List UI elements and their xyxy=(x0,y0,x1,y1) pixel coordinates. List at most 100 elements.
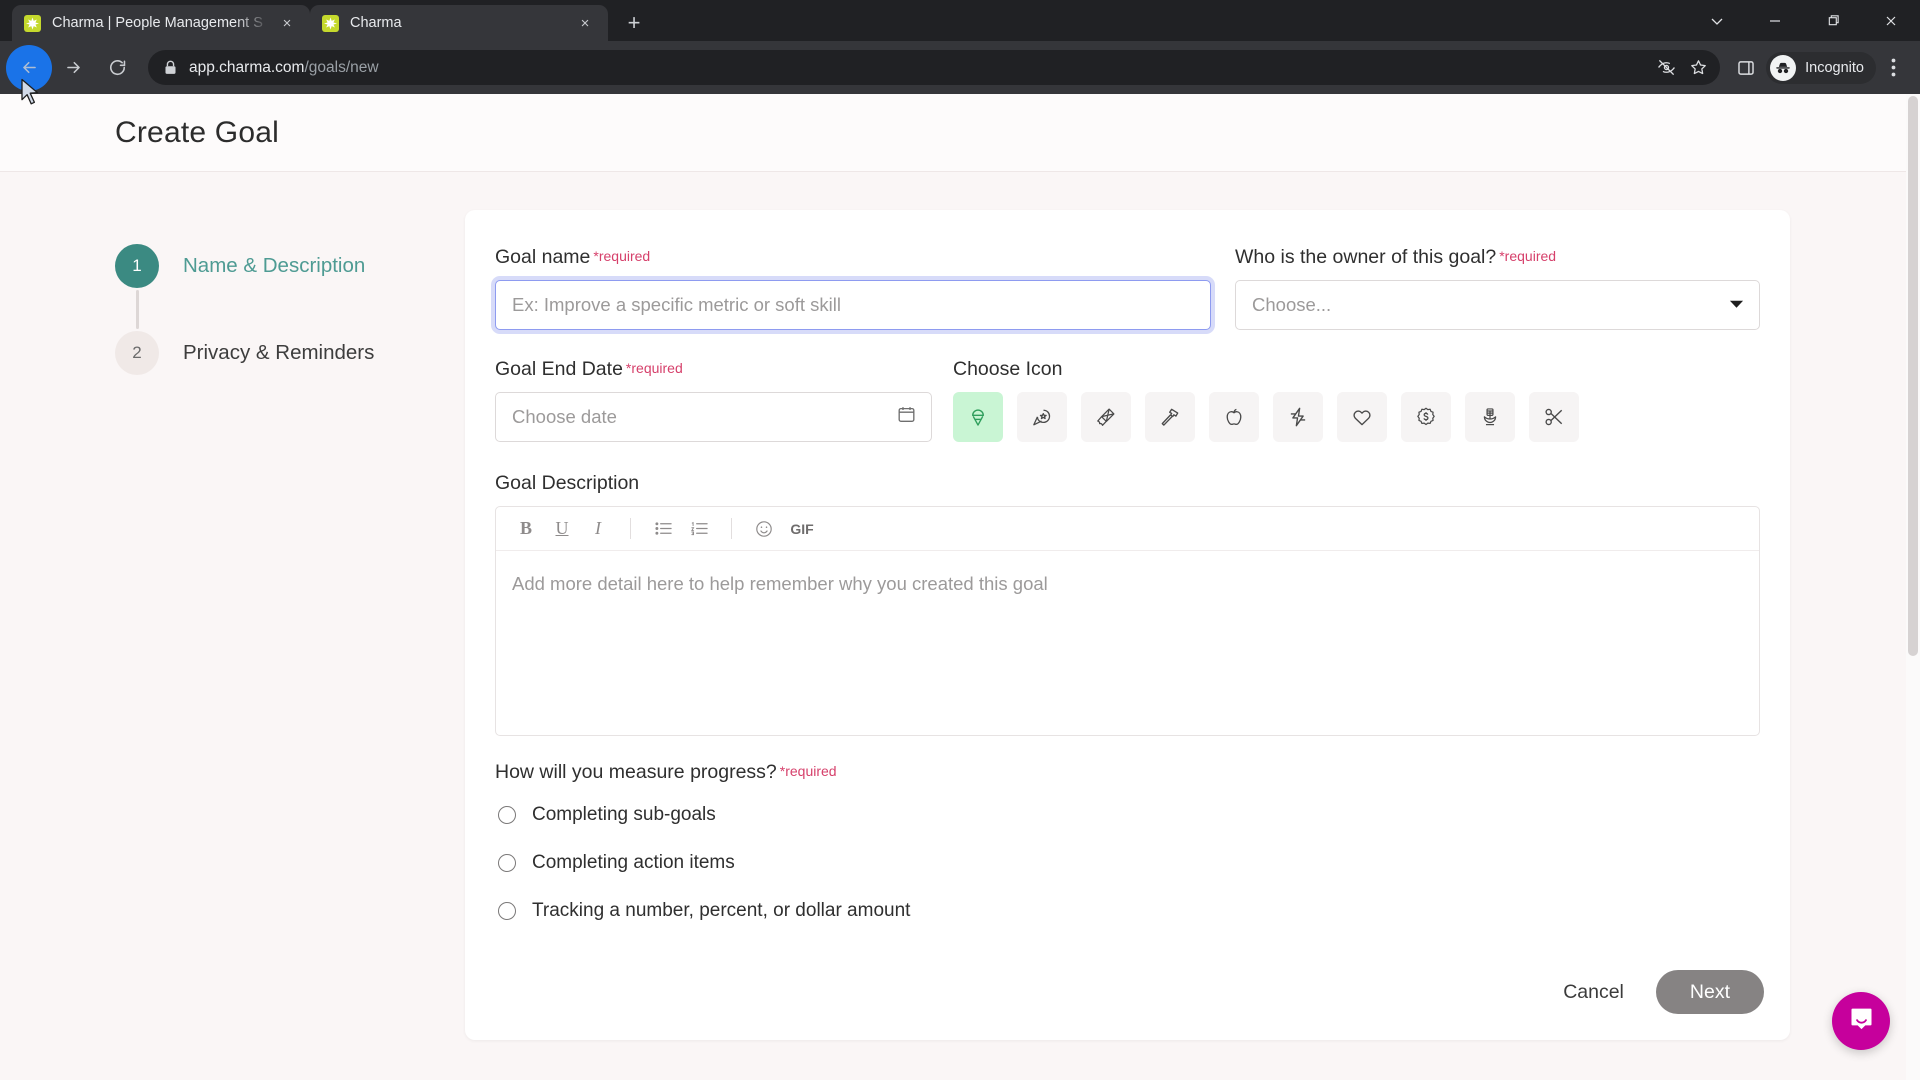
required-marker: *required xyxy=(626,360,683,376)
tab-close-icon[interactable]: × xyxy=(574,12,596,34)
page-body: 1 Name & Description 2 Privacy & Reminde… xyxy=(0,172,1920,1040)
create-goal-card: Goal name*required Who is the owner of t… xyxy=(465,210,1790,1040)
goal-owner-label: Who is the owner of this goal?*required xyxy=(1235,246,1760,269)
comet-icon[interactable] xyxy=(1017,392,1067,442)
cancel-button[interactable]: Cancel xyxy=(1563,981,1624,1004)
gif-button[interactable]: GIF xyxy=(784,514,820,544)
dollar-badge-icon[interactable] xyxy=(1401,392,1451,442)
toolbar-divider xyxy=(630,518,631,539)
charma-star-icon xyxy=(24,15,41,32)
radio-option-tracking-number[interactable]: Tracking a number, percent, or dollar am… xyxy=(495,891,1760,931)
third-party-cookies-blocked-icon[interactable] xyxy=(1652,54,1680,82)
goal-owner-select[interactable]: Choose... xyxy=(1235,280,1760,330)
calendar-icon[interactable] xyxy=(897,405,916,429)
apple-icon[interactable] xyxy=(1209,392,1259,442)
side-panel-icon[interactable] xyxy=(1728,50,1764,86)
goal-name-field-group: Goal name*required xyxy=(495,246,1211,330)
step-number-badge: 2 xyxy=(115,331,159,375)
close-window-button[interactable] xyxy=(1862,0,1920,41)
browser-tab-active[interactable]: Charma × xyxy=(310,5,608,41)
page-scrollbar-thumb[interactable] xyxy=(1908,96,1918,656)
profile-chip[interactable]: Incognito xyxy=(1766,52,1876,84)
browser-tab[interactable]: Charma | People Management S × xyxy=(12,5,310,41)
hammer-icon[interactable] xyxy=(1145,392,1195,442)
radio-option-sub-goals[interactable]: Completing sub-goals xyxy=(495,795,1760,835)
ice-cream-cone-icon[interactable] xyxy=(953,392,1003,442)
url-text: app.charma.com/goals/new xyxy=(189,59,379,77)
kite-icon[interactable] xyxy=(1081,392,1131,442)
new-tab-button[interactable]: + xyxy=(617,6,651,40)
page-scrollbar-track[interactable] xyxy=(1906,94,1920,1080)
stepper-item-name-description[interactable]: 1 Name & Description xyxy=(115,242,465,290)
choose-icon-label: Choose Icon xyxy=(953,358,1760,381)
radio-option-label: Completing action items xyxy=(532,852,735,874)
tab-title: Charma | People Management S xyxy=(52,15,270,31)
lightning-bolt-icon[interactable] xyxy=(1273,392,1323,442)
charma-star-icon xyxy=(322,15,339,32)
page-viewport: Create Goal 1 Name & Description 2 Priva… xyxy=(0,94,1920,1080)
tab-close-icon[interactable]: × xyxy=(276,12,298,34)
goal-name-label-text: Goal name xyxy=(495,246,590,268)
goal-end-date-label-text: Goal End Date xyxy=(495,358,623,380)
incognito-hat-icon xyxy=(1770,55,1796,81)
underline-button[interactable]: U xyxy=(546,514,578,544)
reload-button[interactable] xyxy=(98,49,136,87)
radio-option-label: Tracking a number, percent, or dollar am… xyxy=(532,900,910,922)
goal-end-date-input[interactable] xyxy=(495,392,932,442)
required-marker: *required xyxy=(593,248,650,264)
profile-label: Incognito xyxy=(1805,60,1864,76)
step-number-badge: 1 xyxy=(115,244,159,288)
radio-circle-icon[interactable] xyxy=(498,806,516,824)
stepper-connector xyxy=(136,290,139,329)
radio-option-action-items[interactable]: Completing action items xyxy=(495,843,1760,883)
forward-button[interactable] xyxy=(54,49,92,87)
goal-description-group: Goal Description B U I xyxy=(495,472,1760,736)
measure-progress-group: How will you measure progress?*required … xyxy=(495,761,1760,931)
rich-text-editor: B U I xyxy=(495,506,1760,736)
required-marker: *required xyxy=(1499,248,1556,264)
stepper-item-privacy-reminders[interactable]: 2 Privacy & Reminders xyxy=(115,329,465,377)
italic-button[interactable]: I xyxy=(582,514,614,544)
required-marker: *required xyxy=(780,763,837,779)
goal-name-input[interactable] xyxy=(495,280,1211,330)
browser-toolbar: app.charma.com/goals/new xyxy=(0,41,1920,94)
url-domain: app.charma.com xyxy=(189,59,304,76)
form-row-name-owner: Goal name*required Who is the owner of t… xyxy=(495,246,1760,330)
wizard-stepper: 1 Name & Description 2 Privacy & Reminde… xyxy=(0,210,465,1040)
goal-end-date-input-wrap xyxy=(495,392,932,442)
back-button[interactable] xyxy=(10,49,48,87)
stepper-item-label: Privacy & Reminders xyxy=(183,341,374,365)
chrome-menu-icon[interactable] xyxy=(1876,50,1910,86)
heart-icon[interactable] xyxy=(1337,392,1387,442)
goal-description-input[interactable]: Add more detail here to help remember wh… xyxy=(496,551,1759,617)
numbered-list-button[interactable] xyxy=(683,514,715,544)
goal-name-label: Goal name*required xyxy=(495,246,1211,269)
bookmark-star-icon[interactable] xyxy=(1684,54,1712,82)
measure-progress-label: How will you measure progress?*required xyxy=(495,761,1760,784)
radio-circle-icon[interactable] xyxy=(498,854,516,872)
browser-window: Charma | People Management S × Charma × … xyxy=(0,0,1920,1080)
url-path: /goals/new xyxy=(304,59,378,76)
scissors-icon[interactable] xyxy=(1529,392,1579,442)
goal-end-date-field-group: Goal End Date*required xyxy=(495,358,953,442)
next-button[interactable]: Next xyxy=(1656,970,1764,1014)
icon-picker-grid xyxy=(953,392,1760,442)
tab-strip: Charma | People Management S × Charma × … xyxy=(0,0,1920,41)
radio-option-label: Completing sub-goals xyxy=(532,804,716,826)
bold-button[interactable]: B xyxy=(510,514,542,544)
tab-search-icon[interactable] xyxy=(1688,0,1746,41)
lock-icon xyxy=(164,60,177,75)
address-bar[interactable]: app.charma.com/goals/new xyxy=(148,50,1720,85)
flower-pot-icon[interactable] xyxy=(1465,392,1515,442)
window-controls xyxy=(1688,0,1920,41)
tab-title: Charma xyxy=(350,15,568,31)
radio-circle-icon[interactable] xyxy=(498,902,516,920)
editor-toolbar: B U I xyxy=(496,507,1759,551)
minimize-window-button[interactable] xyxy=(1746,0,1804,41)
maximize-window-button[interactable] xyxy=(1804,0,1862,41)
intercom-chat-button[interactable] xyxy=(1832,992,1890,1050)
page-header: Create Goal xyxy=(0,94,1920,172)
bulleted-list-button[interactable] xyxy=(647,514,679,544)
emoji-button[interactable] xyxy=(748,514,780,544)
page-title: Create Goal xyxy=(115,116,279,150)
